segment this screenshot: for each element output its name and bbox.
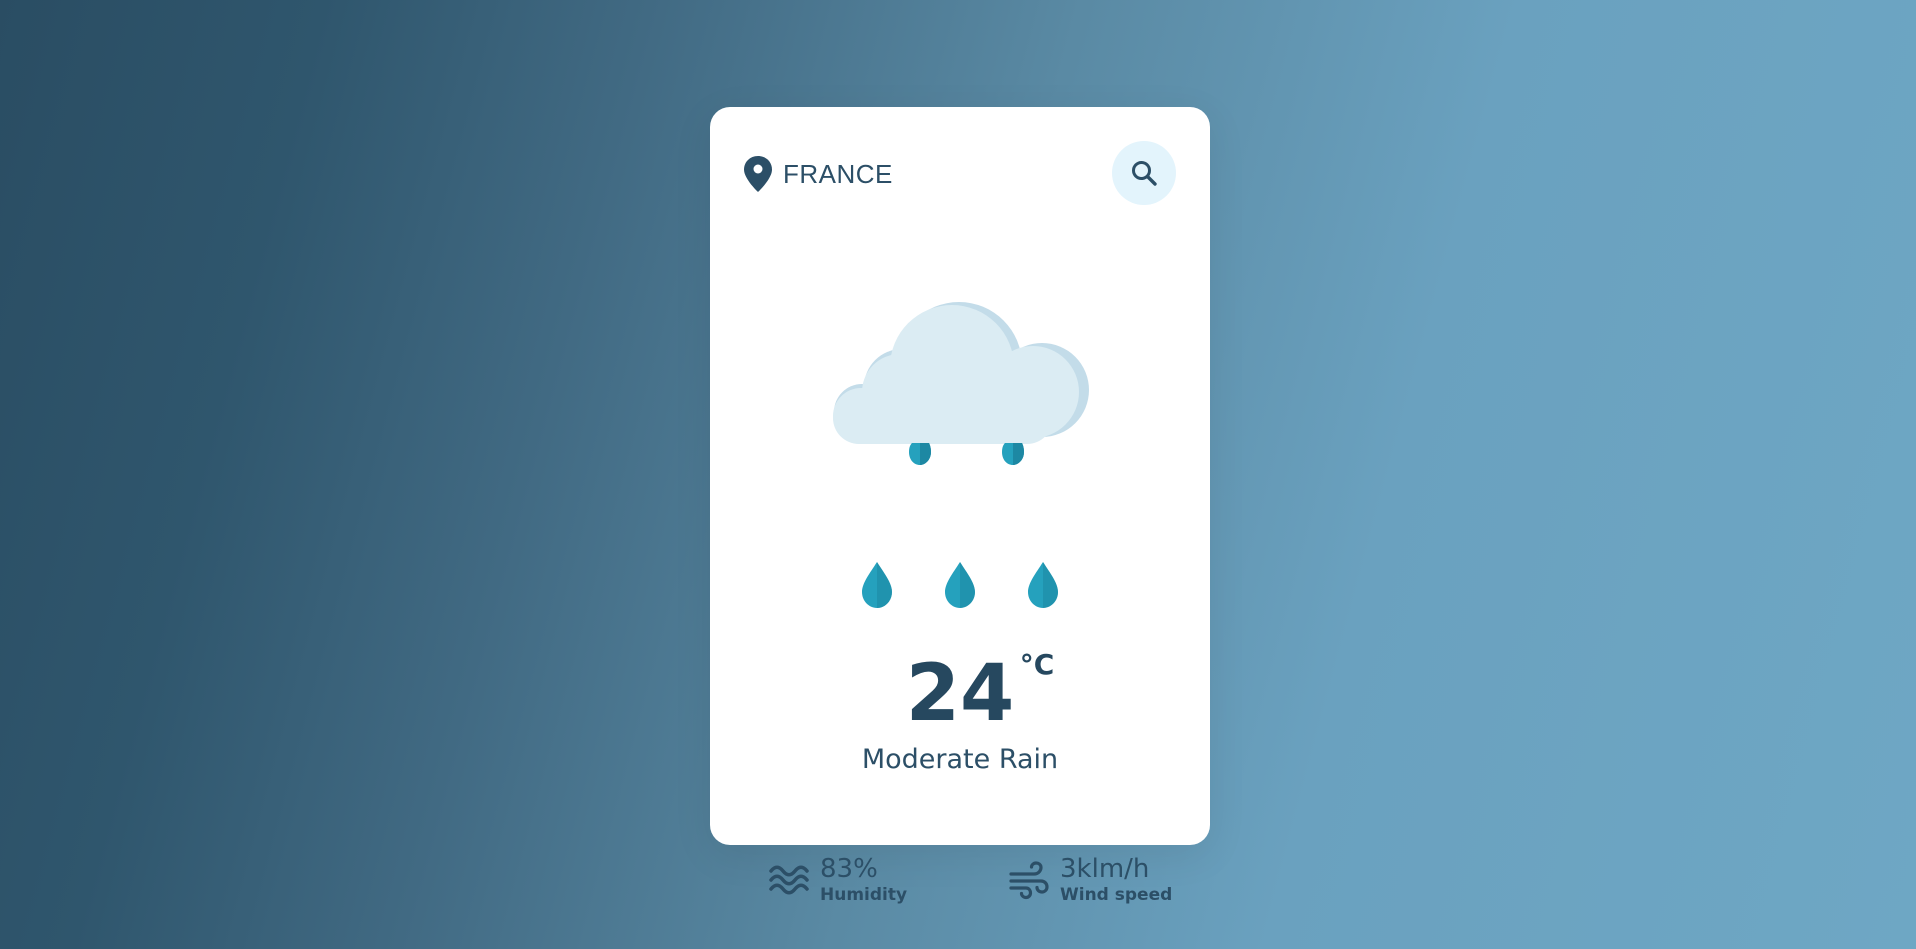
card-header: FRANCE [743, 141, 1176, 205]
raindrop [909, 443, 931, 465]
map-pin-icon [744, 156, 772, 192]
wind-icon [1009, 861, 1049, 900]
temperature-unit: °C [1019, 648, 1055, 681]
raindrop [1002, 443, 1024, 465]
location: FRANCE [743, 155, 893, 193]
temperature-value: 24 [905, 649, 1015, 739]
search-button[interactable] [1112, 141, 1176, 205]
humidity-waves-icon [769, 865, 809, 895]
search-icon [1132, 161, 1157, 186]
temperature: 24 °C [905, 649, 1055, 739]
location-name: FRANCE [783, 158, 893, 189]
raindrop [945, 562, 975, 608]
raindrop [862, 562, 892, 608]
raindrop [1028, 562, 1058, 608]
cloud-shape [833, 302, 1089, 444]
humidity-label: Humidity [820, 885, 908, 905]
wind-label: Wind speed [1060, 885, 1173, 905]
humidity-value: 83% [820, 854, 878, 884]
wind-value: 3klm/h [1060, 854, 1150, 884]
weather-description: Moderate Rain [861, 744, 1059, 775]
humidity-stat: 83% Humidity [768, 854, 907, 906]
temperature-block: 24 °C [710, 649, 1210, 739]
weather-card: FRANCE 24 °C Moderate Rain 83% Humidity … [710, 107, 1210, 905]
rain-cloud-icon [833, 302, 1089, 608]
wind-stat: 3klm/h Wind speed [1008, 854, 1172, 906]
